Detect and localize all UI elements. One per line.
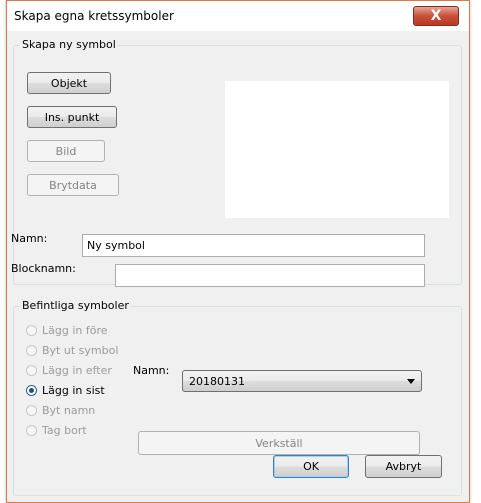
cancel-button[interactable]: Avbryt xyxy=(365,455,442,478)
name-field[interactable]: Ny symbol xyxy=(82,234,425,257)
radio-label: Lägg in efter xyxy=(42,364,112,377)
radio-circle[interactable] xyxy=(26,325,37,336)
ok-button[interactable]: OK xyxy=(273,455,349,478)
title-bar[interactable]: Skapa egna kretssymboler X xyxy=(7,1,469,31)
radio-circle[interactable] xyxy=(26,425,37,436)
verkstall-button[interactable]: Verkställ xyxy=(138,431,420,455)
create-symbol-group: Skapa ny symbol Objekt Ins. punkt Bild B… xyxy=(11,38,462,287)
radio-label: Byt namn xyxy=(42,404,96,417)
existing-name-label: Namn: xyxy=(133,364,170,377)
blockname-label: Blocknamn: xyxy=(11,262,76,275)
existing-symbols-group: Befintliga symboler Lägg in före Byt ut … xyxy=(13,299,462,496)
existing-symbol-select[interactable]: 20180131 xyxy=(182,370,422,392)
create-symbol-legend: Skapa ny symbol xyxy=(20,38,118,51)
close-button[interactable]: X xyxy=(413,6,459,26)
dialog-window: Skapa egna kretssymboler X Skapa ny symb… xyxy=(6,0,470,503)
ins-punkt-button[interactable]: Ins. punkt xyxy=(27,106,117,128)
blockname-field[interactable] xyxy=(115,264,425,287)
existing-symbols-legend: Befintliga symboler xyxy=(20,299,131,312)
dialog-title: Skapa egna kretssymboler xyxy=(14,9,174,23)
name-label: Namn: xyxy=(11,232,48,245)
bild-button[interactable]: Bild xyxy=(27,140,105,162)
chevron-down-icon xyxy=(407,379,415,384)
radio-label: Lägg in före xyxy=(42,324,108,337)
radio-circle-selected[interactable] xyxy=(26,385,37,396)
radio-label: Byt ut symbol xyxy=(42,344,119,357)
brytdata-button[interactable]: Brytdata xyxy=(27,174,119,196)
radio-label: Lägg in sist xyxy=(42,384,105,397)
objekt-button[interactable]: Objekt xyxy=(27,72,111,94)
select-value: 20180131 xyxy=(189,375,245,388)
radio-label: Tag bort xyxy=(42,424,87,437)
radio-circle[interactable] xyxy=(26,345,37,356)
radio-circle[interactable] xyxy=(26,405,37,416)
radio-circle[interactable] xyxy=(26,365,37,376)
dialog-body: Skapa ny symbol Objekt Ins. punkt Bild B… xyxy=(11,36,462,497)
close-icon: X xyxy=(430,8,442,24)
symbol-preview xyxy=(225,81,449,218)
